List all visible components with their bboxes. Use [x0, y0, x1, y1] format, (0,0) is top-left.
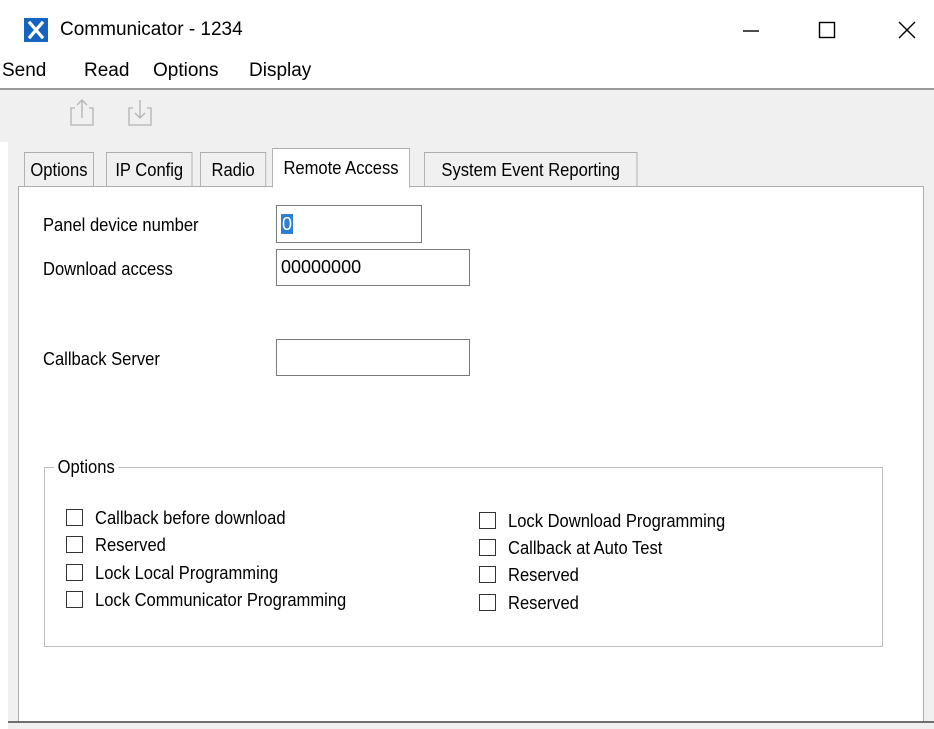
- menu-display[interactable]: Display: [249, 58, 311, 84]
- minimize-icon: [743, 30, 759, 32]
- reserved-label-2: Reserved: [508, 565, 579, 585]
- menu-options[interactable]: Options: [153, 58, 218, 84]
- reserved-label-1: Reserved: [95, 535, 166, 555]
- toolbar: [0, 90, 934, 142]
- lock-download-programming-checkbox[interactable]: [479, 512, 496, 529]
- bottom-divider: [8, 721, 934, 723]
- tab-ip-config[interactable]: IP Config: [106, 152, 193, 186]
- close-button[interactable]: [880, 10, 934, 50]
- reserved-label-3: Reserved: [508, 593, 579, 613]
- download-access-label: Download access: [43, 259, 173, 279]
- callback-before-download-label: Callback before download: [95, 508, 286, 528]
- window-title: Communicator - 1234: [60, 19, 243, 40]
- reserved-checkbox-3[interactable]: [479, 594, 496, 611]
- menu-read[interactable]: Read: [84, 58, 129, 84]
- menu-bar: Send Read Options Display: [0, 58, 934, 86]
- lock-local-programming-label: Lock Local Programming: [95, 563, 279, 583]
- menu-send[interactable]: Send: [2, 58, 46, 84]
- reserved-checkbox-2[interactable]: [479, 566, 496, 583]
- callback-server-field[interactable]: [276, 339, 470, 376]
- app-icon: [24, 18, 48, 42]
- lock-communicator-programming-label: Lock Communicator Programming: [95, 590, 347, 610]
- lock-local-programming-checkbox[interactable]: [66, 564, 83, 581]
- close-icon: [898, 21, 916, 39]
- tab-system-event-reporting[interactable]: System Event Reporting: [424, 152, 638, 186]
- tab-radio[interactable]: Radio: [200, 152, 267, 186]
- maximize-icon: [818, 21, 836, 39]
- upload-icon: [70, 99, 94, 126]
- tab-options[interactable]: Options: [24, 152, 94, 186]
- download-access-value: 00000000: [281, 257, 362, 277]
- lock-communicator-programming-checkbox[interactable]: [66, 591, 83, 608]
- maximize-button[interactable]: [800, 10, 854, 50]
- panel-device-number-label: Panel device number: [43, 215, 199, 235]
- minimize-button[interactable]: [724, 10, 778, 50]
- tab-remote-access[interactable]: Remote Access: [272, 148, 410, 188]
- panel-device-number-field[interactable]: 0: [276, 205, 422, 243]
- callback-before-download-checkbox[interactable]: [66, 509, 83, 526]
- options-group-title: Options: [54, 456, 119, 478]
- reserved-checkbox-1[interactable]: [66, 536, 83, 553]
- download-access-field[interactable]: 00000000: [276, 249, 470, 286]
- panel-device-number-value: 0: [281, 214, 294, 234]
- options-groupbox: [44, 467, 883, 647]
- download-icon: [128, 100, 152, 126]
- callback-at-auto-test-checkbox[interactable]: [479, 539, 496, 556]
- upload-button[interactable]: [66, 96, 98, 128]
- callback-at-auto-test-label: Callback at Auto Test: [508, 538, 663, 558]
- download-button[interactable]: [124, 96, 156, 128]
- callback-server-label: Callback Server: [43, 349, 160, 369]
- lock-download-programming-label: Lock Download Programming: [508, 511, 726, 531]
